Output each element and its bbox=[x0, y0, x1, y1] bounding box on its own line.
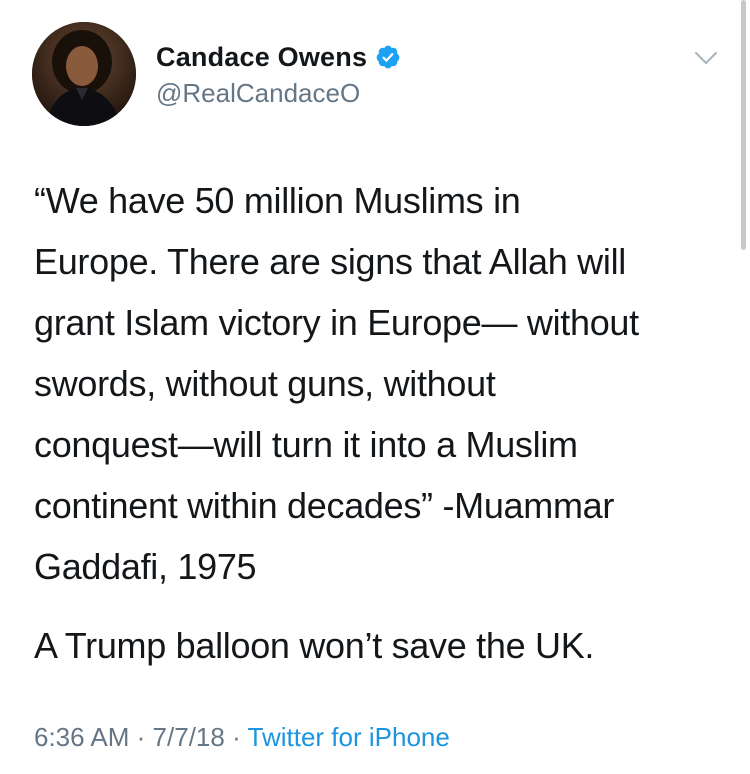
tweet-text-line: Gaddafi, 1975 bbox=[34, 546, 257, 587]
tweet-quote-paragraph: “We have 50 million Muslims in Europe. T… bbox=[34, 170, 734, 597]
tweet-text-line: Europe. There are signs that Allah will bbox=[34, 241, 626, 282]
display-name-row: Candace Owens bbox=[156, 40, 401, 74]
tweet-source-link[interactable]: Twitter for iPhone bbox=[248, 722, 450, 752]
chevron-down-icon[interactable] bbox=[690, 42, 722, 74]
avatar[interactable] bbox=[32, 22, 136, 126]
verified-badge-icon bbox=[375, 44, 401, 70]
scrollbar[interactable] bbox=[741, 0, 746, 250]
tweet-text-line: continent within decades” -Muammar bbox=[34, 485, 615, 526]
display-name[interactable]: Candace Owens bbox=[156, 42, 367, 73]
tweet-comment-paragraph: A Trump balloon won’t save the UK. bbox=[34, 615, 734, 676]
tweet-text-line: grant Islam victory in Europe— without bbox=[34, 302, 639, 343]
tweet-header: Candace Owens @RealCandaceO bbox=[32, 22, 730, 127]
tweet-detail: Candace Owens @RealCandaceO “We have 50 … bbox=[0, 0, 750, 774]
tweet-metadata: 6:36 AM · 7/7/18 · Twitter for iPhone bbox=[34, 722, 450, 753]
tweet-text: “We have 50 million Muslims in Europe. T… bbox=[34, 170, 734, 676]
avatar-photo bbox=[32, 22, 136, 126]
meta-separator: · bbox=[136, 722, 146, 752]
tweet-date[interactable]: 7/7/18 bbox=[153, 722, 225, 752]
author-handle[interactable]: @RealCandaceO bbox=[156, 78, 401, 109]
tweet-text-line: swords, without guns, without bbox=[34, 363, 496, 404]
meta-separator: · bbox=[232, 722, 241, 752]
tweet-text-line: A Trump balloon won’t save the UK. bbox=[34, 625, 595, 666]
tweet-text-line: “We have 50 million Muslims in bbox=[34, 180, 521, 221]
tweet-time[interactable]: 6:36 AM bbox=[34, 722, 129, 752]
author-names: Candace Owens @RealCandaceO bbox=[156, 40, 401, 109]
tweet-text-line: conquest—will turn it into a Muslim bbox=[34, 424, 578, 465]
